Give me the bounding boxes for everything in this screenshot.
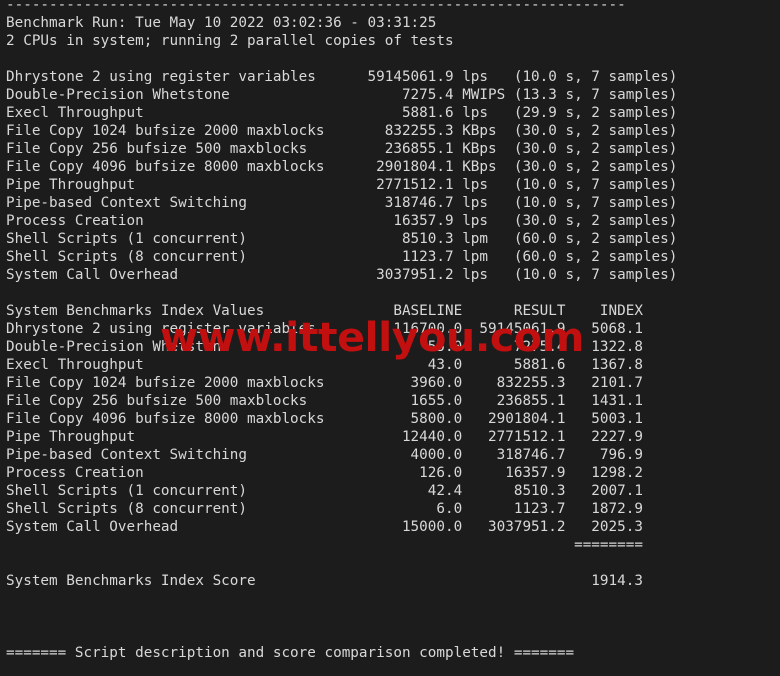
terminal-window[interactable]: ----------------------------------------…	[0, 0, 780, 676]
terminal-output-text: ----------------------------------------…	[6, 0, 677, 662]
